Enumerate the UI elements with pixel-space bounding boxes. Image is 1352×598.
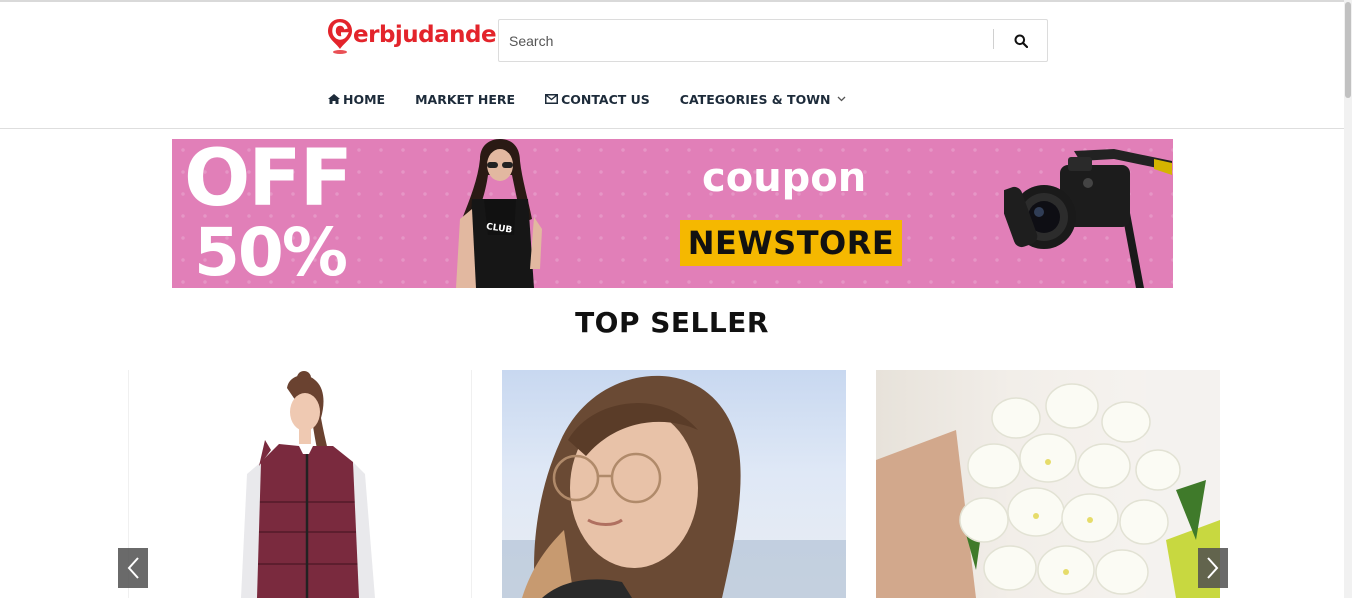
banner-off-text: OFF — [184, 139, 353, 224]
nav-item-categories-town-label: CATEGORIES & TOWN — [679, 91, 831, 107]
chevron-right-icon — [1207, 557, 1219, 579]
search-input[interactable] — [499, 20, 993, 61]
home-icon — [328, 94, 340, 104]
site-logo[interactable]: erbjudande.se — [326, 14, 498, 56]
location-pin-icon — [326, 17, 354, 54]
header-divider — [0, 128, 1344, 129]
product-card[interactable] — [128, 370, 472, 598]
nav-item-contact-us[interactable]: CONTACT US — [545, 92, 650, 107]
section-title-top-seller: TOP SELLER — [575, 306, 769, 339]
search-bar — [498, 19, 1048, 62]
carousel-next-button[interactable] — [1198, 548, 1228, 588]
search-button[interactable] — [995, 20, 1047, 61]
product-card[interactable] — [502, 370, 846, 598]
nav-item-market-here-label: MARKET HERE — [415, 91, 516, 107]
chevron-down-icon — [837, 96, 846, 102]
search-divider — [993, 29, 994, 49]
main-nav: HOME MARKET HERE CONTACT US CATEGORIES &… — [328, 88, 876, 110]
product-image-flower-bouquet — [876, 370, 1220, 598]
logo-text: erbjudande.se — [353, 22, 498, 48]
promo-banner[interactable]: OFF 50% CLUB coupon NEWSTORE — [172, 139, 1173, 288]
carousel-prev-button[interactable] — [118, 548, 148, 588]
chevron-left-icon — [127, 557, 139, 579]
top-border — [0, 0, 1352, 2]
nav-item-market-here[interactable]: MARKET HERE — [415, 92, 515, 107]
coupon-code: NEWSTORE — [687, 224, 895, 262]
product-image-glasses-woman — [502, 375, 846, 598]
banner-percent-text: 50% — [194, 214, 348, 289]
search-icon — [1014, 34, 1028, 48]
nav-item-home[interactable]: HOME — [328, 92, 385, 107]
banner-model-image: CLUB — [456, 139, 542, 288]
scrollbar-thumb[interactable] — [1345, 2, 1351, 98]
banner-camera-image — [1004, 149, 1172, 288]
product-image-vest — [241, 371, 375, 598]
nav-item-categories-town[interactable]: CATEGORIES & TOWN — [680, 92, 847, 107]
envelope-icon — [545, 94, 559, 104]
nav-item-home-label: HOME — [343, 91, 386, 107]
page-scrollbar[interactable] — [1344, 0, 1352, 598]
product-card[interactable] — [876, 370, 1220, 598]
banner-coupon-text: coupon — [702, 155, 867, 201]
coupon-code-box: NEWSTORE — [680, 220, 902, 266]
nav-item-contact-us-label: CONTACT US — [561, 91, 650, 107]
